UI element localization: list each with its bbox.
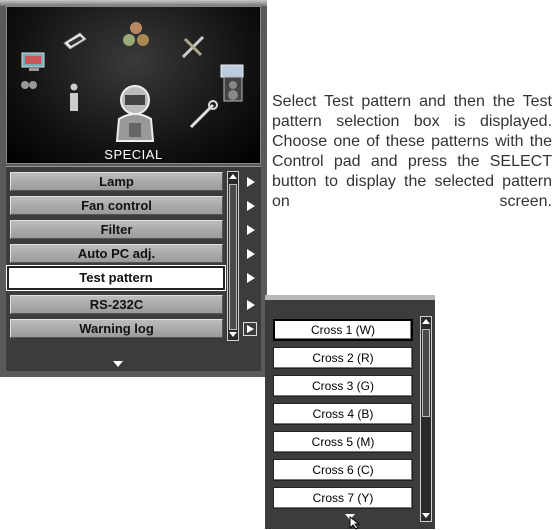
cursor-icon	[349, 516, 361, 530]
speaker-icon	[220, 64, 244, 102]
scroll-up-icon[interactable]	[228, 172, 238, 182]
pattern-item-cross-2[interactable]: Cross 2 (R)	[273, 347, 413, 369]
menu-scrollbar[interactable]	[227, 171, 239, 341]
pattern-item-cross-1[interactable]: Cross 1 (W)	[273, 319, 413, 341]
scroll-thumb[interactable]	[229, 184, 237, 330]
special-menu-window: SPECIAL Lamp Fan control Filter Auto PC …	[0, 0, 267, 377]
pattern-item-cross-7[interactable]: Cross 7 (Y)	[273, 487, 413, 509]
instruction-text: Select Test pattern and then the Test pa…	[272, 93, 552, 210]
scroll-down-icon[interactable]	[228, 330, 238, 340]
pattern-item-cross-6[interactable]: Cross 6 (C)	[273, 459, 413, 481]
menu-item-fan-control[interactable]: Fan control	[10, 196, 223, 215]
menu-item-filter[interactable]: Filter	[10, 220, 223, 239]
pattern-item-cross-5[interactable]: Cross 5 (M)	[273, 431, 413, 453]
more-items-down-icon	[113, 361, 123, 367]
submenu-arrow-icon[interactable]	[247, 225, 255, 235]
submenu-arrow-icon[interactable]	[247, 273, 255, 283]
lcd-panel-icon	[63, 32, 87, 50]
pattern-scrollbar[interactable]	[420, 316, 432, 522]
scroll-up-icon[interactable]	[421, 317, 431, 327]
tools-icon	[181, 35, 205, 59]
submenu-arrow-icon[interactable]	[247, 249, 255, 259]
menu-header: SPECIAL	[6, 6, 261, 164]
menu-list: Lamp Fan control Filter Auto PC adj. Tes…	[6, 166, 261, 371]
scroll-thumb[interactable]	[422, 329, 430, 417]
monitor-icon	[21, 52, 45, 71]
section-title: SPECIAL	[104, 147, 163, 162]
pattern-item-cross-4[interactable]: Cross 4 (B)	[273, 403, 413, 425]
small-monitor-icon	[21, 81, 37, 89]
color-balls-icon	[123, 22, 149, 46]
submenu-arrow-icon[interactable]	[243, 322, 257, 336]
submenu-arrow-icon[interactable]	[247, 201, 255, 211]
pattern-item-cross-3[interactable]: Cross 3 (G)	[273, 375, 413, 397]
submenu-arrow-icon[interactable]	[247, 300, 255, 310]
wrench-icon	[189, 100, 218, 129]
info-icon	[70, 83, 78, 111]
scroll-down-icon[interactable]	[421, 511, 431, 521]
submenu-arrow-icon[interactable]	[247, 177, 255, 187]
menu-item-warning-log[interactable]: Warning log	[10, 319, 223, 338]
test-pattern-selection-box: Cross 1 (W) Cross 2 (R) Cross 3 (G) Cros…	[265, 295, 435, 530]
person-icon	[115, 85, 155, 142]
menu-item-auto-pc-adj[interactable]: Auto PC adj.	[10, 244, 223, 263]
menu-item-test-pattern[interactable]: Test pattern	[7, 266, 225, 290]
menu-item-lamp[interactable]: Lamp	[10, 172, 223, 191]
menu-item-rs-232c[interactable]: RS-232C	[10, 295, 223, 314]
